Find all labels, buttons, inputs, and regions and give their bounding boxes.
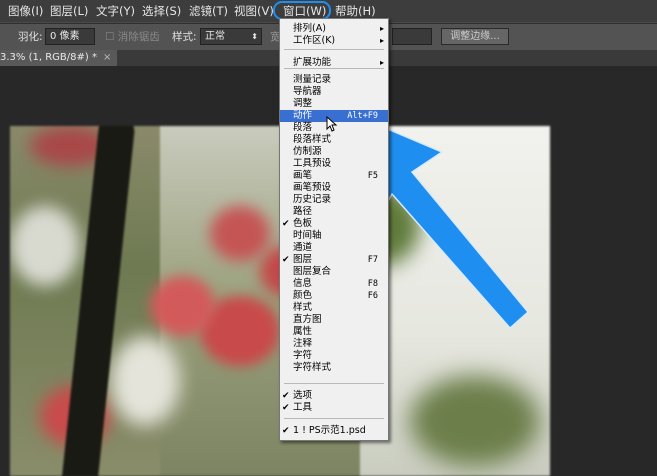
menu-separator (284, 49, 384, 50)
menu-item-measurement-log[interactable]: 测量记录 (280, 74, 388, 86)
menu-item-label: 导航器 (293, 86, 322, 97)
tree-trunk (60, 126, 136, 476)
menu-item-layer-comps[interactable]: 图层复合 (280, 266, 388, 278)
menu-item-layers[interactable]: ✔ 图层 F7 (280, 254, 388, 266)
menu-item-label: 颜色 (293, 290, 313, 301)
menu-type[interactable]: 文字(Y) (96, 0, 135, 22)
menu-item-options[interactable]: ✔ 选项 (280, 390, 388, 402)
menu-item-shortcut: F6 (367, 291, 378, 301)
submenu-arrow-icon: ▸ (379, 58, 384, 67)
menu-item-label: 字符 (293, 350, 313, 361)
menu-item-paths[interactable]: 路径 (280, 206, 388, 218)
menu-item-character[interactable]: 字符 (280, 350, 388, 362)
feather-input[interactable]: 0 像素 (45, 28, 95, 45)
document-tab-title: 3.3% (1, RGB/8#) * (0, 52, 97, 63)
menu-item-label: 调整 (293, 98, 313, 109)
style-label: 样式: (172, 31, 197, 43)
menu-item-label: 样式 (293, 302, 313, 313)
menu-item-label: 图层复合 (293, 266, 332, 277)
menu-item-label: 工具预设 (293, 158, 332, 169)
menu-item-brush-presets[interactable]: 画笔预设 (280, 182, 388, 194)
menu-view[interactable]: 视图(V) (234, 0, 274, 22)
antialias-checkbox[interactable]: ☐ 消除锯齿 (105, 24, 160, 50)
menu-item-label: 历史记录 (293, 194, 332, 205)
antialias-label: 消除锯齿 (117, 31, 160, 43)
close-icon[interactable]: × (103, 52, 111, 63)
style-select[interactable]: 正常 ⬍ (200, 28, 262, 45)
menu-item-shortcut: Alt+F9 (347, 111, 378, 121)
chevron-down-icon: ⬍ (251, 32, 258, 41)
window-menu-dropdown: 排列(A) ▸ 工作区(K) ▸ 扩展功能 ▸ 测量记录 导航器 调整 动作 Alt+F9 段落 段落样… (279, 18, 389, 441)
menu-item-shortcut: F7 (367, 255, 378, 265)
menu-item-label: 段落样式 (293, 134, 332, 145)
document-tab[interactable]: 3.3% (1, RGB/8#) * × (0, 50, 118, 66)
menu-item-extensions[interactable]: 扩展功能 ▸ (280, 57, 388, 69)
checkmark-icon: ✔ (282, 403, 290, 413)
menu-item-brush[interactable]: 画笔 F5 (280, 170, 388, 182)
menu-item-swatches[interactable]: ✔ 色板 (280, 218, 388, 230)
menu-item-label: 仿制源 (293, 146, 322, 157)
menu-item-label: 色板 (293, 218, 313, 229)
menu-item-label: 工作区(K) (293, 35, 336, 46)
checkmark-icon: ✔ (282, 426, 290, 436)
menu-item-label: 直方图 (293, 314, 322, 325)
menu-item-label: 选项 (293, 390, 313, 401)
menu-item-label: 工具 (293, 402, 313, 413)
menu-item-shortcut: F8 (367, 279, 378, 289)
height-input[interactable] (392, 28, 432, 45)
menu-item-label: 图层 (293, 254, 313, 265)
menu-item-tools[interactable]: ✔ 工具 (280, 402, 388, 414)
menu-item-character-styles[interactable]: 字符样式 (280, 362, 388, 374)
submenu-arrow-icon: ▸ (379, 24, 384, 33)
menu-filter[interactable]: 滤镜(T) (189, 0, 228, 22)
menu-layer[interactable]: 图层(L) (50, 0, 88, 22)
submenu-arrow-icon: ▸ (379, 36, 384, 45)
menu-item-adjustments[interactable]: 调整 (280, 98, 388, 110)
menu-item-label: 扩展功能 (293, 57, 332, 68)
menu-item-shortcut: F5 (367, 171, 378, 181)
menu-item-channels[interactable]: 通道 (280, 242, 388, 254)
refine-edge-button[interactable]: 调整边缘... (441, 28, 509, 45)
menu-item-styles[interactable]: 样式 (280, 302, 388, 314)
menu-item-info[interactable]: 信息 F8 (280, 278, 388, 290)
menu-item-label: 字符样式 (293, 362, 332, 373)
menu-item-history[interactable]: 历史记录 (280, 194, 388, 206)
menu-item-label: 排列(A) (293, 23, 326, 34)
menu-item-label: 1 ! PS示范1.psd (293, 425, 366, 436)
menu-item-label: 动作 (293, 110, 313, 121)
checkmark-icon: ✔ (282, 219, 290, 229)
menu-item-label: 注释 (293, 338, 313, 349)
menu-item-paragraph-styles[interactable]: 段落样式 (280, 134, 388, 146)
mouse-cursor-icon (326, 116, 338, 132)
menu-item-arrange[interactable]: 排列(A) ▸ (280, 23, 388, 35)
checkmark-icon: ✔ (282, 391, 290, 401)
menu-item-color[interactable]: 颜色 F6 (280, 290, 388, 302)
menu-item-navigator[interactable]: 导航器 (280, 86, 388, 98)
menu-separator (284, 383, 384, 384)
menu-separator (284, 418, 384, 419)
menu-item-label: 画笔预设 (293, 182, 332, 193)
menu-item-label: 路径 (293, 206, 313, 217)
menu-item-histogram[interactable]: 直方图 (280, 314, 388, 326)
style-value: 正常 (205, 31, 225, 42)
feather-label: 羽化: (18, 31, 43, 43)
menu-item-label: 段落 (293, 122, 313, 133)
menu-select[interactable]: 选择(S) (142, 0, 181, 22)
menu-item-notes[interactable]: 注释 (280, 338, 388, 350)
menu-item-timeline[interactable]: 时间轴 (280, 230, 388, 242)
menu-item-label: 时间轴 (293, 230, 322, 241)
menu-image[interactable]: 图像(I) (8, 0, 43, 22)
menu-item-tool-presets[interactable]: 工具预设 (280, 158, 388, 170)
menu-item-workspace[interactable]: 工作区(K) ▸ (280, 35, 388, 47)
menu-item-clone-source[interactable]: 仿制源 (280, 146, 388, 158)
menu-item-label: 通道 (293, 242, 313, 253)
menu-item-open-document[interactable]: ✔ 1 ! PS示范1.psd (280, 425, 388, 437)
menu-item-label: 画笔 (293, 170, 313, 181)
checkmark-icon: ✔ (282, 255, 290, 265)
menu-item-label: 属性 (293, 326, 313, 337)
menu-item-properties[interactable]: 属性 (280, 326, 388, 338)
menu-item-label: 测量记录 (293, 74, 332, 85)
menu-item-label: 信息 (293, 278, 313, 289)
